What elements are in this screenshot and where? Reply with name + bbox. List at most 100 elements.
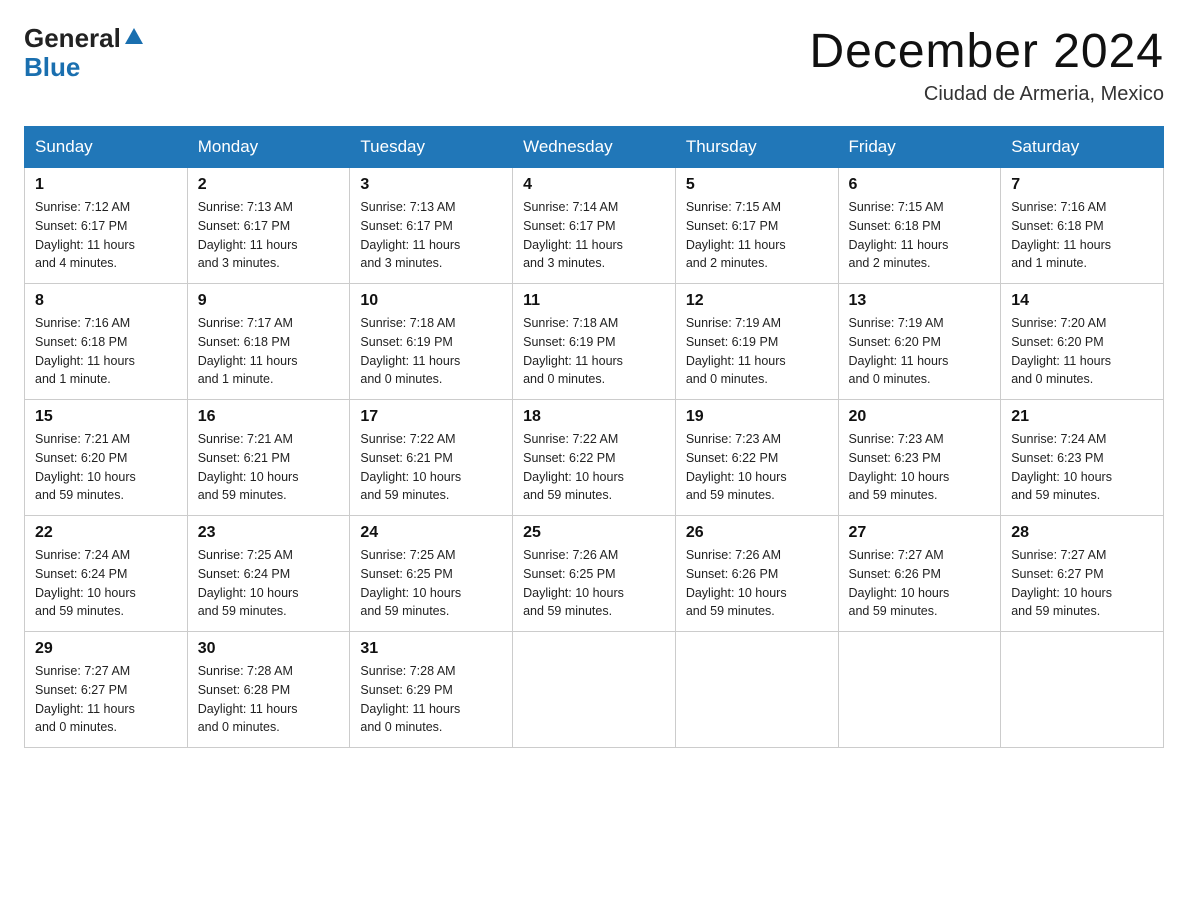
day-number: 2: [198, 176, 340, 194]
day-number: 15: [35, 408, 177, 426]
day-number: 10: [360, 292, 502, 310]
calendar-cell: 1 Sunrise: 7:12 AM Sunset: 6:17 PM Daylig…: [25, 168, 188, 284]
calendar-cell: 28Sunrise: 7:27 AM Sunset: 6:27 PM Dayli…: [1001, 516, 1164, 632]
day-number: 26: [686, 524, 828, 542]
day-info: Sunrise: 7:22 AM Sunset: 6:21 PM Dayligh…: [360, 430, 502, 505]
calendar-title: December 2024: [809, 24, 1164, 79]
day-number: 13: [849, 292, 991, 310]
day-number: 5: [686, 176, 828, 194]
day-number: 31: [360, 640, 502, 658]
calendar-cell: 6 Sunrise: 7:15 AM Sunset: 6:18 PM Daylig…: [838, 168, 1001, 284]
calendar-cell: [513, 632, 676, 748]
day-number: 14: [1011, 292, 1153, 310]
calendar-cell: 5 Sunrise: 7:15 AM Sunset: 6:17 PM Daylig…: [675, 168, 838, 284]
day-info: Sunrise: 7:16 AM Sunset: 6:18 PM Dayligh…: [1011, 198, 1153, 273]
day-info: Sunrise: 7:18 AM Sunset: 6:19 PM Dayligh…: [523, 314, 665, 389]
calendar-cell: 17 Sunrise: 7:22 AM Sunset: 6:21 PM Dayli…: [350, 400, 513, 516]
column-header-saturday: Saturday: [1001, 127, 1164, 168]
day-number: 1: [35, 176, 177, 194]
calendar-cell: 11 Sunrise: 7:18 AM Sunset: 6:19 PM Dayli…: [513, 284, 676, 400]
day-number: 24: [360, 524, 502, 542]
calendar-header-row: SundayMondayTuesdayWednesdayThursdayFrid…: [25, 127, 1164, 168]
day-number: 30: [198, 640, 340, 658]
logo-triangle-icon: [125, 28, 143, 44]
calendar-cell: 22 Sunrise: 7:24 AM Sunset: 6:24 PM Dayli…: [25, 516, 188, 632]
calendar-cell: [838, 632, 1001, 748]
calendar-week-row: 15 Sunrise: 7:21 AM Sunset: 6:20 PM Dayli…: [25, 400, 1164, 516]
day-info: Sunrise: 7:25 AM Sunset: 6:24 PM Dayligh…: [198, 546, 340, 621]
calendar-cell: 13 Sunrise: 7:19 AM Sunset: 6:20 PM Dayli…: [838, 284, 1001, 400]
day-number: 16: [198, 408, 340, 426]
day-number: 27: [849, 524, 991, 542]
calendar-cell: 23 Sunrise: 7:25 AM Sunset: 6:24 PM Dayli…: [187, 516, 350, 632]
day-info: Sunrise: 7:21 AM Sunset: 6:21 PM Dayligh…: [198, 430, 340, 505]
day-number: 18: [523, 408, 665, 426]
calendar-cell: 24 Sunrise: 7:25 AM Sunset: 6:25 PM Dayli…: [350, 516, 513, 632]
day-info: Sunrise: 7:24 AM Sunset: 6:24 PM Dayligh…: [35, 546, 177, 621]
day-info: Sunrise: 7:12 AM Sunset: 6:17 PM Dayligh…: [35, 198, 177, 273]
calendar-cell: 12Sunrise: 7:19 AM Sunset: 6:19 PM Dayli…: [675, 284, 838, 400]
calendar-cell: 16 Sunrise: 7:21 AM Sunset: 6:21 PM Dayli…: [187, 400, 350, 516]
day-number: 6: [849, 176, 991, 194]
logo-general-text: General: [24, 24, 121, 53]
calendar-cell: 15 Sunrise: 7:21 AM Sunset: 6:20 PM Dayli…: [25, 400, 188, 516]
day-number: 7: [1011, 176, 1153, 194]
day-number: 29: [35, 640, 177, 658]
calendar-cell: 2 Sunrise: 7:13 AM Sunset: 6:17 PM Daylig…: [187, 168, 350, 284]
column-header-monday: Monday: [187, 127, 350, 168]
calendar-week-row: 29Sunrise: 7:27 AM Sunset: 6:27 PM Dayli…: [25, 632, 1164, 748]
calendar-cell: 14 Sunrise: 7:20 AM Sunset: 6:20 PM Dayli…: [1001, 284, 1164, 400]
title-area: December 2024 Ciudad de Armeria, Mexico: [809, 24, 1164, 106]
day-info: Sunrise: 7:24 AM Sunset: 6:23 PM Dayligh…: [1011, 430, 1153, 505]
day-info: Sunrise: 7:14 AM Sunset: 6:17 PM Dayligh…: [523, 198, 665, 273]
calendar-cell: 20Sunrise: 7:23 AM Sunset: 6:23 PM Dayli…: [838, 400, 1001, 516]
calendar-cell: 4 Sunrise: 7:14 AM Sunset: 6:17 PM Daylig…: [513, 168, 676, 284]
column-header-tuesday: Tuesday: [350, 127, 513, 168]
day-info: Sunrise: 7:15 AM Sunset: 6:18 PM Dayligh…: [849, 198, 991, 273]
day-info: Sunrise: 7:16 AM Sunset: 6:18 PM Dayligh…: [35, 314, 177, 389]
day-number: 17: [360, 408, 502, 426]
calendar-cell: 31 Sunrise: 7:28 AM Sunset: 6:29 PM Dayli…: [350, 632, 513, 748]
day-number: 28: [1011, 524, 1153, 542]
page-header: General Blue December 2024 Ciudad de Arm…: [24, 24, 1164, 106]
day-info: Sunrise: 7:13 AM Sunset: 6:17 PM Dayligh…: [198, 198, 340, 273]
calendar-table: SundayMondayTuesdayWednesdayThursdayFrid…: [24, 126, 1164, 748]
calendar-cell: 7 Sunrise: 7:16 AM Sunset: 6:18 PM Daylig…: [1001, 168, 1164, 284]
calendar-cell: 9Sunrise: 7:17 AM Sunset: 6:18 PM Daylig…: [187, 284, 350, 400]
calendar-week-row: 8Sunrise: 7:16 AM Sunset: 6:18 PM Daylig…: [25, 284, 1164, 400]
day-number: 25: [523, 524, 665, 542]
column-header-friday: Friday: [838, 127, 1001, 168]
day-info: Sunrise: 7:25 AM Sunset: 6:25 PM Dayligh…: [360, 546, 502, 621]
calendar-cell: 18 Sunrise: 7:22 AM Sunset: 6:22 PM Dayli…: [513, 400, 676, 516]
day-number: 11: [523, 292, 665, 310]
day-number: 3: [360, 176, 502, 194]
calendar-cell: 25Sunrise: 7:26 AM Sunset: 6:25 PM Dayli…: [513, 516, 676, 632]
logo-blue-text: Blue: [24, 53, 143, 82]
day-info: Sunrise: 7:23 AM Sunset: 6:22 PM Dayligh…: [686, 430, 828, 505]
day-number: 4: [523, 176, 665, 194]
day-info: Sunrise: 7:21 AM Sunset: 6:20 PM Dayligh…: [35, 430, 177, 505]
day-info: Sunrise: 7:20 AM Sunset: 6:20 PM Dayligh…: [1011, 314, 1153, 389]
calendar-cell: [1001, 632, 1164, 748]
calendar-cell: 10Sunrise: 7:18 AM Sunset: 6:19 PM Dayli…: [350, 284, 513, 400]
day-number: 23: [198, 524, 340, 542]
day-info: Sunrise: 7:13 AM Sunset: 6:17 PM Dayligh…: [360, 198, 502, 273]
day-number: 22: [35, 524, 177, 542]
day-number: 19: [686, 408, 828, 426]
calendar-week-row: 1 Sunrise: 7:12 AM Sunset: 6:17 PM Daylig…: [25, 168, 1164, 284]
day-info: Sunrise: 7:19 AM Sunset: 6:19 PM Dayligh…: [686, 314, 828, 389]
day-info: Sunrise: 7:19 AM Sunset: 6:20 PM Dayligh…: [849, 314, 991, 389]
day-info: Sunrise: 7:23 AM Sunset: 6:23 PM Dayligh…: [849, 430, 991, 505]
calendar-cell: 26Sunrise: 7:26 AM Sunset: 6:26 PM Dayli…: [675, 516, 838, 632]
day-info: Sunrise: 7:28 AM Sunset: 6:29 PM Dayligh…: [360, 662, 502, 737]
day-info: Sunrise: 7:15 AM Sunset: 6:17 PM Dayligh…: [686, 198, 828, 273]
calendar-week-row: 22 Sunrise: 7:24 AM Sunset: 6:24 PM Dayli…: [25, 516, 1164, 632]
day-info: Sunrise: 7:22 AM Sunset: 6:22 PM Dayligh…: [523, 430, 665, 505]
calendar-cell: 29Sunrise: 7:27 AM Sunset: 6:27 PM Dayli…: [25, 632, 188, 748]
calendar-cell: 30 Sunrise: 7:28 AM Sunset: 6:28 PM Dayli…: [187, 632, 350, 748]
logo: General Blue: [24, 24, 143, 81]
calendar-cell: 3 Sunrise: 7:13 AM Sunset: 6:17 PM Daylig…: [350, 168, 513, 284]
calendar-cell: 21Sunrise: 7:24 AM Sunset: 6:23 PM Dayli…: [1001, 400, 1164, 516]
day-info: Sunrise: 7:17 AM Sunset: 6:18 PM Dayligh…: [198, 314, 340, 389]
day-info: Sunrise: 7:28 AM Sunset: 6:28 PM Dayligh…: [198, 662, 340, 737]
